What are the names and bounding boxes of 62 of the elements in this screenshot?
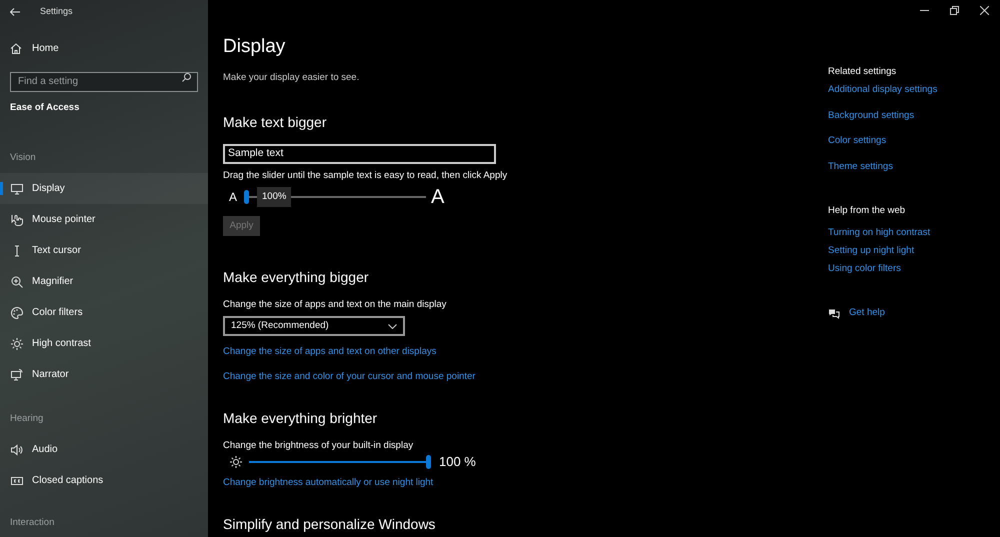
slider-thumb[interactable] [426, 455, 431, 469]
field-label: Change the size of apps and text on the main display [223, 298, 448, 312]
section-heading: Make everything bigger [223, 268, 370, 287]
sidebar-item[interactable]: Narrator [0, 359, 208, 390]
display-icon [10, 182, 24, 196]
home-nav-item[interactable]: Home [0, 36, 208, 60]
link[interactable]: Using color filters [828, 262, 901, 276]
sidebar-item[interactable]: Text cursor [0, 235, 208, 266]
chevron-down-icon [388, 324, 397, 328]
get-help-link[interactable]: Get help [828, 306, 885, 320]
sun-icon [10, 336, 24, 350]
large-a-label: A [431, 185, 444, 210]
link[interactable]: Change brightness automatically or use night light [223, 476, 434, 490]
sidebar-item[interactable]: Audio [0, 434, 208, 465]
link[interactable]: Additional display settings [828, 83, 938, 97]
pointer-hand-icon [10, 212, 24, 226]
sidebar-item[interactable]: Display [0, 173, 208, 204]
chat-bubbles-icon [828, 308, 840, 318]
section-heading: Interaction [9, 516, 56, 530]
small-a-label: A [229, 189, 238, 206]
sample-text-field[interactable]: Sample text [223, 144, 496, 164]
category-heading: Ease of Access [9, 101, 80, 115]
restore-icon [950, 6, 958, 14]
palette-icon [10, 306, 24, 320]
instruction-text: Drag the slider until the sample text is easy to read, then click Apply [223, 169, 508, 183]
section-heading: Make everything brighter [223, 409, 378, 428]
slider-tooltip: 100% [257, 187, 292, 207]
brightness-slider[interactable] [249, 455, 431, 469]
page-subtitle: Make your display easier to see. [223, 71, 360, 85]
close-icon [980, 6, 988, 14]
link[interactable]: Change the size of apps and text on other displays [223, 345, 436, 359]
brightness-reading: 100 % [439, 453, 476, 472]
sidebar-item[interactable]: Color filters [0, 297, 208, 328]
link[interactable]: Color settings [828, 134, 886, 148]
search-icon [182, 73, 191, 82]
narrator-icon [10, 368, 24, 382]
field-label: Change the brightness of your built-in display [223, 439, 414, 453]
speaker-icon [10, 442, 24, 456]
sidebar-item[interactable]: High contrast [0, 328, 208, 359]
link[interactable]: Turning on high contrast [828, 226, 930, 240]
link[interactable]: Change the size and color of your cursor and mouse pointer [223, 370, 476, 384]
section-heading: Hearing [9, 412, 44, 426]
section-heading: Simplify and personalize Windows [223, 515, 436, 534]
scale-dropdown[interactable]: 125% (Recommended) [223, 316, 405, 336]
sidebar-item[interactable]: Mouse pointer [0, 204, 208, 235]
slider-thumb[interactable] [244, 190, 250, 204]
search-field[interactable]: Find a setting [10, 72, 198, 92]
section-heading: Help from the web [828, 204, 906, 218]
magnifier-icon [10, 274, 24, 288]
sidebar-item[interactable]: Magnifier [0, 266, 208, 297]
link[interactable]: Theme settings [828, 160, 893, 174]
window-title: Settings [40, 5, 73, 18]
section-heading: Vision [9, 151, 37, 165]
sun-icon [229, 455, 243, 469]
section-heading: Make text bigger [223, 113, 328, 132]
sidebar-item[interactable]: Closed captions [0, 465, 208, 496]
link[interactable]: Setting up night light [828, 244, 914, 258]
home-icon [10, 42, 22, 54]
back-arrow-icon [10, 8, 20, 16]
section-heading: Related settings [828, 65, 898, 79]
link[interactable]: Background settings [828, 109, 914, 123]
page-title: Display [223, 35, 286, 59]
